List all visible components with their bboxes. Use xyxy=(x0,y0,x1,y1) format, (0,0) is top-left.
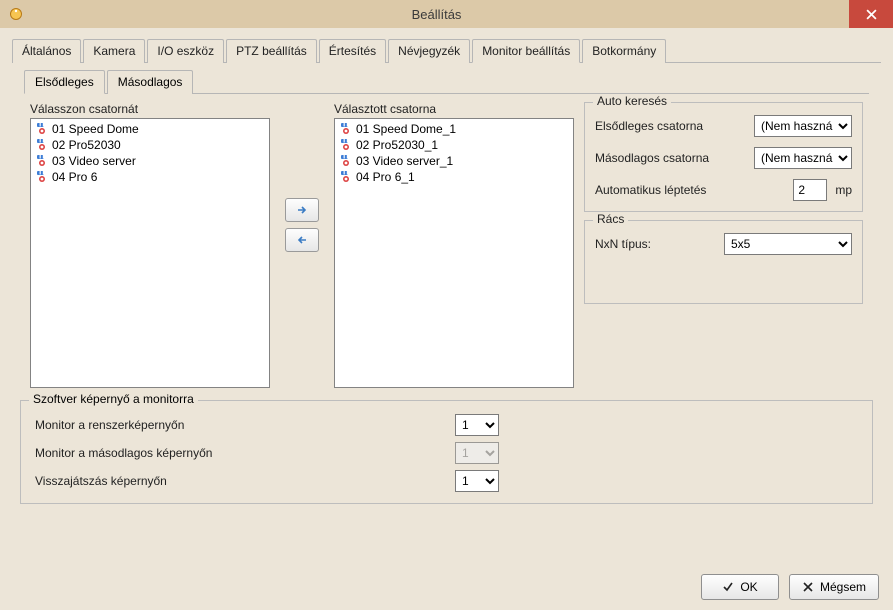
list-item[interactable]: IP02 Pro52030_1 xyxy=(339,137,569,153)
list-item-label: 04 Pro 6_1 xyxy=(356,170,415,184)
camera-icon: IP xyxy=(339,122,353,136)
ok-label: OK xyxy=(740,580,757,594)
tab-kamera[interactable]: Kamera xyxy=(83,39,145,63)
software-screen-fieldset: Szoftver képernyő a monitorra Monitor a … xyxy=(20,400,873,504)
grid-type-select[interactable]: 5x5 xyxy=(724,233,852,255)
svg-text:IP: IP xyxy=(39,170,50,177)
camera-icon: IP xyxy=(339,170,353,184)
mon-sec-select: 1 xyxy=(455,442,499,464)
camera-icon: IP xyxy=(35,138,49,152)
selected-column: Választott csatorna IP01 Speed Dome_1IP0… xyxy=(334,102,574,388)
right-column: Auto keresés Elsődleges csatorna (Nem ha… xyxy=(584,102,863,388)
list-item[interactable]: IP02 Pro52030 xyxy=(35,137,265,153)
playback-select[interactable]: 1 xyxy=(455,470,499,492)
mon-sec-label: Monitor a másodlagos képernyőn xyxy=(35,446,455,460)
svg-text:IP: IP xyxy=(343,138,354,145)
tab-ptz-be-ll-t-s[interactable]: PTZ beállítás xyxy=(226,39,317,63)
close-button[interactable] xyxy=(849,0,893,28)
svg-text:IP: IP xyxy=(39,138,50,145)
auto-search-legend: Auto keresés xyxy=(593,94,671,108)
list-item-label: 04 Pro 6 xyxy=(52,170,97,184)
tab-n-vjegyz-k[interactable]: Névjegyzék xyxy=(388,39,470,63)
window-title: Beállítás xyxy=(24,7,849,22)
software-screen-legend: Szoftver képernyő a monitorra xyxy=(29,392,198,406)
camera-icon: IP xyxy=(35,154,49,168)
auto-step-input[interactable] xyxy=(793,179,827,201)
list-item-label: 03 Video server_1 xyxy=(356,154,453,168)
svg-text:IP: IP xyxy=(343,154,354,161)
subtab-másodlagos[interactable]: Másodlagos xyxy=(107,70,194,94)
mon-sys-select[interactable]: 1 xyxy=(455,414,499,436)
list-item-label: 01 Speed Dome_1 xyxy=(356,122,456,136)
tab--ltal-nos[interactable]: Általános xyxy=(12,39,81,63)
arrow-column xyxy=(280,102,324,388)
svg-text:IP: IP xyxy=(39,122,50,129)
subtab-elsődleges[interactable]: Elsődleges xyxy=(24,70,105,94)
cancel-button[interactable]: Mégsem xyxy=(789,574,879,600)
list-item-label: 02 Pro52030 xyxy=(52,138,121,152)
tab-monitor-be-ll-t-s[interactable]: Monitor beállítás xyxy=(472,39,580,63)
playback-label: Visszajátszás képernyőn xyxy=(35,474,455,488)
remove-button[interactable] xyxy=(285,228,319,252)
list-item[interactable]: IP04 Pro 6 xyxy=(35,169,265,185)
mon-sys-label: Monitor a renszerképernyőn xyxy=(35,418,455,432)
auto-search-fieldset: Auto keresés Elsődleges csatorna (Nem ha… xyxy=(584,102,863,212)
footer: OK Mégsem xyxy=(701,574,879,600)
arrow-right-icon xyxy=(296,204,308,216)
app-icon xyxy=(8,6,24,22)
titlebar: Beállítás xyxy=(0,0,893,28)
tab-i-o-eszk-z[interactable]: I/O eszköz xyxy=(147,39,224,63)
sub-tabstrip: ElsődlegesMásodlagos xyxy=(24,69,869,94)
primary-channel-select[interactable]: (Nem használ xyxy=(754,115,852,137)
main-tabstrip: ÁltalánosKameraI/O eszközPTZ beállításÉr… xyxy=(12,38,881,63)
available-label: Válasszon csatornát xyxy=(30,102,270,116)
available-column: Válasszon csatornát IP01 Speed DomeIP02 … xyxy=(30,102,270,388)
secondary-channel-select[interactable]: (Nem használ xyxy=(754,147,852,169)
list-item[interactable]: IP04 Pro 6_1 xyxy=(339,169,569,185)
selected-label: Választott csatorna xyxy=(334,102,574,116)
ok-button[interactable]: OK xyxy=(701,574,779,600)
svg-text:IP: IP xyxy=(343,170,354,177)
list-item[interactable]: IP03 Video server xyxy=(35,153,265,169)
camera-icon: IP xyxy=(35,122,49,136)
list-item-label: 03 Video server xyxy=(52,154,136,168)
primary-channel-label: Elsődleges csatorna xyxy=(595,119,754,133)
available-listbox[interactable]: IP01 Speed DomeIP02 Pro52030IP03 Video s… xyxy=(30,118,270,388)
list-item-label: 02 Pro52030_1 xyxy=(356,138,438,152)
camera-icon: IP xyxy=(339,138,353,152)
grid-fieldset: Rács NxN típus: 5x5 xyxy=(584,220,863,304)
content: ÁltalánosKameraI/O eszközPTZ beállításÉr… xyxy=(0,28,893,512)
sec-unit: mp xyxy=(835,183,852,197)
cancel-label: Mégsem xyxy=(820,580,866,594)
list-item[interactable]: IP01 Speed Dome_1 xyxy=(339,121,569,137)
check-icon xyxy=(722,581,734,593)
selected-listbox[interactable]: IP01 Speed Dome_1IP02 Pro52030_1IP03 Vid… xyxy=(334,118,574,388)
auto-step-label: Automatikus léptetés xyxy=(595,183,793,197)
camera-icon: IP xyxy=(339,154,353,168)
list-item-label: 01 Speed Dome xyxy=(52,122,139,136)
tab--rtes-t-s[interactable]: Értesítés xyxy=(319,39,386,63)
tab-botkorm-ny[interactable]: Botkormány xyxy=(582,39,666,63)
add-button[interactable] xyxy=(285,198,319,222)
svg-text:IP: IP xyxy=(39,154,50,161)
list-item[interactable]: IP03 Video server_1 xyxy=(339,153,569,169)
cancel-icon xyxy=(802,581,814,593)
grid-legend: Rács xyxy=(593,212,628,226)
svg-text:IP: IP xyxy=(343,122,354,129)
arrow-left-icon xyxy=(296,234,308,246)
camera-icon: IP xyxy=(35,170,49,184)
list-item[interactable]: IP01 Speed Dome xyxy=(35,121,265,137)
secondary-channel-label: Másodlagos csatorna xyxy=(595,151,754,165)
close-icon xyxy=(866,9,877,20)
channel-area: Válasszon csatornát IP01 Speed DomeIP02 … xyxy=(12,102,881,388)
grid-type-label: NxN típus: xyxy=(595,237,724,251)
